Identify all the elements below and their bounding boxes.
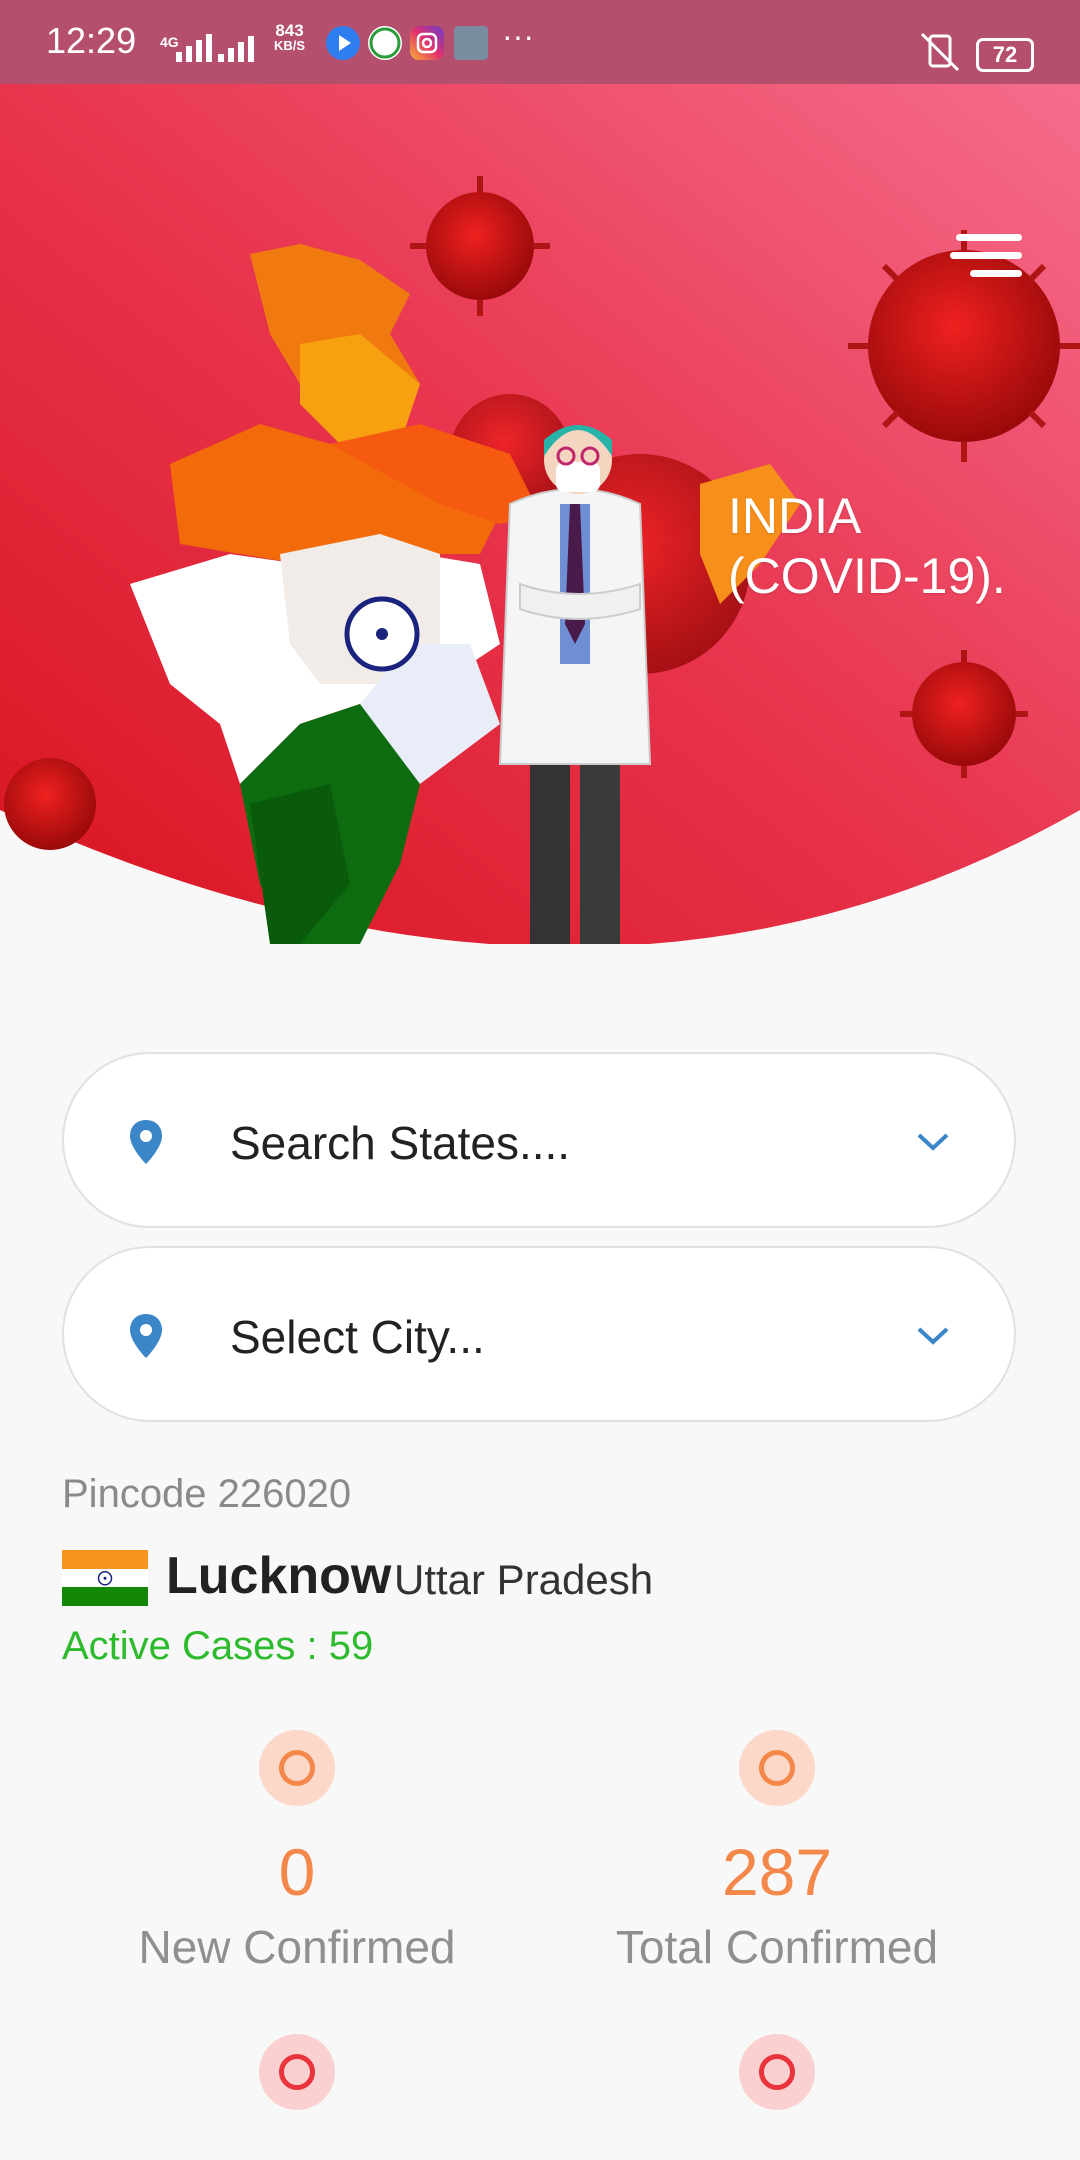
hero-title-line1: INDIA [728,488,862,544]
vibrate-mute-icon [920,32,960,72]
state-name: Uttar Pradesh [394,1556,654,1603]
total-confirmed-icon [739,1730,815,1806]
signal-strength-icon-2 [218,36,254,62]
status-time: 12:29 [46,20,137,61]
active-stat-icon [259,2034,335,2110]
play-app-icon [326,26,360,60]
new-confirmed-icon [259,1730,335,1806]
hero-title: INDIA (COVID-19). [728,486,1006,606]
location-pin-icon [130,1120,162,1164]
messages-app-icon [368,26,402,60]
hero-banner: INDIA (COVID-19). [0,84,1080,944]
location-pin-icon [130,1314,162,1358]
status-bar: 12:29 4G 843 KB/S ··· 72 [0,0,1080,84]
city-name: Lucknow [166,1547,392,1605]
battery-icon: 72 [976,38,1034,72]
network-speed: 843 KB/S [274,22,305,53]
recovered-stat-icon [739,2034,815,2110]
new-confirmed-value: 0 [278,1835,316,1909]
hamburger-menu-icon[interactable] [950,234,1022,278]
total-confirmed-label: Total Confirmed [615,1921,939,1973]
chevron-down-icon [917,1327,949,1345]
network-speed-value: 843 [275,21,304,40]
signal-strength-icon [176,34,212,62]
state-dropdown-placeholder: Search States.... [230,1117,571,1169]
pincode-label: Pincode 226020 [62,1472,352,1516]
state-dropdown[interactable]: Search States.... [62,1052,1016,1228]
city-dropdown-placeholder: Select City... [230,1311,485,1363]
india-flag-icon [62,1550,148,1606]
instagram-icon [410,26,444,60]
total-confirmed-value: 287 [721,1835,833,1909]
new-confirmed-label: New Confirmed [138,1921,456,1973]
more-notifications-icon: ··· [502,18,534,54]
city-dropdown[interactable]: Select City... [62,1246,1016,1422]
chevron-down-icon [917,1133,949,1151]
network-speed-unit: KB/S [274,38,306,53]
hero-title-line2: (COVID-19). [728,548,1006,604]
game-app-icon [454,26,488,60]
active-cases: Active Cases : 59 [62,1624,374,1668]
